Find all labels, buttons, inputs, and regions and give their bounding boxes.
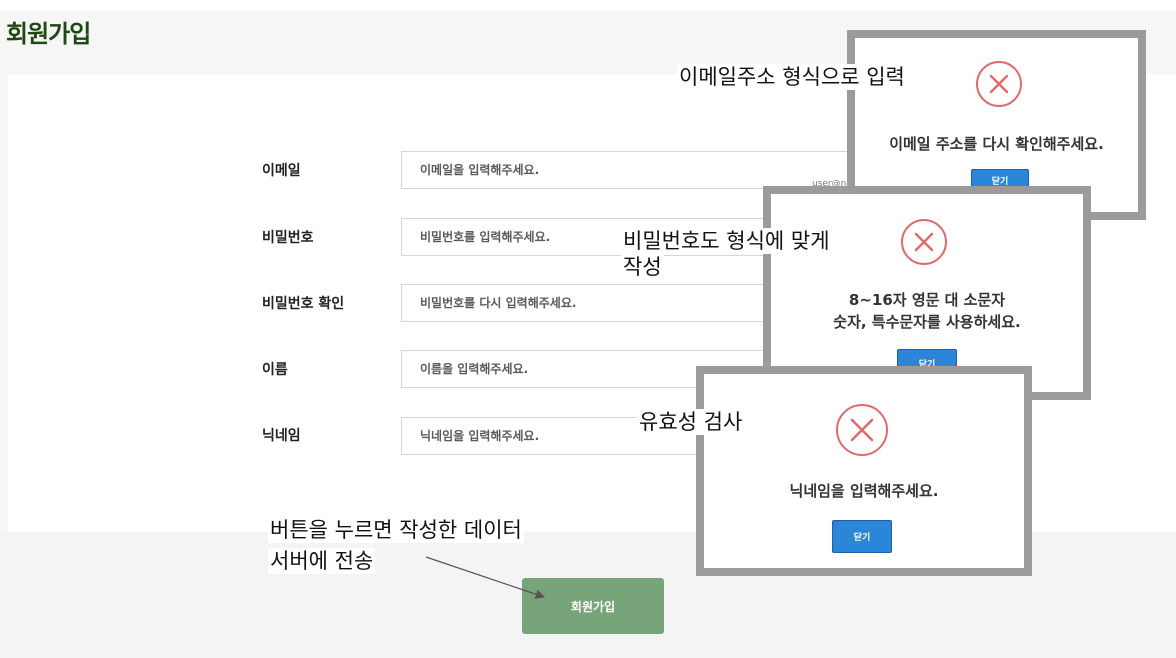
annotation-arrow bbox=[425, 556, 546, 599]
